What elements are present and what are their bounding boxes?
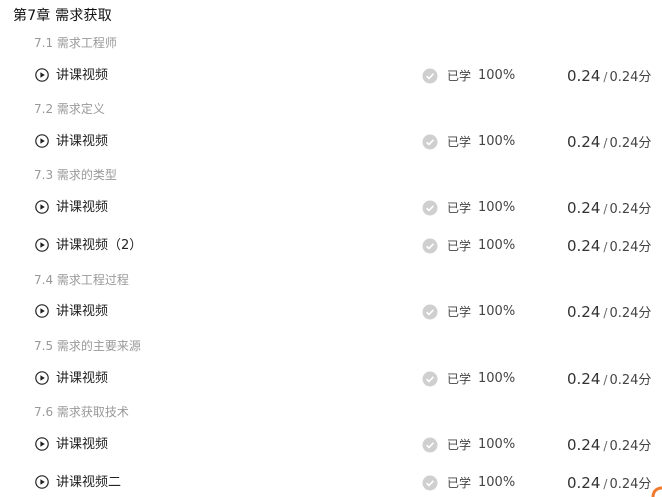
score-total: 0.24分 <box>609 136 652 151</box>
progress-value: 100% <box>478 475 516 490</box>
progress-value: 100% <box>478 134 516 149</box>
check-circle-icon <box>422 475 438 491</box>
check-circle-icon <box>422 238 438 254</box>
item-label: 讲课视频 <box>56 304 109 319</box>
score: 0.24/0.24分 <box>567 130 651 154</box>
score: 0.24/0.24分 <box>567 367 651 391</box>
score-separator: / <box>603 373 608 387</box>
score-earned: 0.24 <box>567 199 601 217</box>
score-earned: 0.24 <box>567 474 601 492</box>
score: 0.24/0.24分 <box>567 433 651 457</box>
score-separator: / <box>603 477 608 491</box>
video-item[interactable]: 讲课视频 已学 100% 0.24/0.24分 <box>0 433 662 457</box>
progress-value: 100% <box>478 238 516 253</box>
status-label: 已学 <box>447 239 472 253</box>
play-circle-icon <box>35 304 49 318</box>
chapter-title: 第7章 需求获取 <box>13 8 112 24</box>
video-item[interactable]: 讲课视频 已学 100% 0.24/0.24分 <box>0 367 662 391</box>
corner-badge-icon[interactable] <box>650 485 662 497</box>
score-separator: / <box>603 202 608 216</box>
play-circle-icon <box>35 371 49 385</box>
video-item[interactable]: 讲课视频（2） 已学 100% 0.24/0.24分 <box>0 234 662 258</box>
status-label: 已学 <box>447 135 472 149</box>
score-earned: 0.24 <box>567 67 601 85</box>
section-title: 7.2 需求定义 <box>34 102 105 116</box>
video-item[interactable]: 讲课视频 已学 100% 0.24/0.24分 <box>0 64 662 88</box>
check-circle-icon <box>422 304 438 320</box>
section-title: 7.3 需求的类型 <box>34 168 117 182</box>
score-earned: 0.24 <box>567 370 601 388</box>
section-title: 7.4 需求工程过程 <box>34 273 129 287</box>
progress-value: 100% <box>478 304 516 319</box>
score-earned: 0.24 <box>567 237 601 255</box>
score-total: 0.24分 <box>609 439 652 454</box>
status-label: 已学 <box>447 438 472 452</box>
score-separator: / <box>603 306 608 320</box>
check-circle-icon <box>422 437 438 453</box>
status-label: 已学 <box>447 69 472 83</box>
score-earned: 0.24 <box>567 436 601 454</box>
status-label: 已学 <box>447 201 472 215</box>
item-label: 讲课视频二 <box>56 475 122 490</box>
status-label: 已学 <box>447 305 472 319</box>
item-label: 讲课视频 <box>56 200 109 215</box>
item-label: 讲课视频 <box>56 437 109 452</box>
score-earned: 0.24 <box>567 133 601 151</box>
play-circle-icon <box>35 68 49 82</box>
play-circle-icon <box>35 134 49 148</box>
item-label: 讲课视频 <box>56 68 109 83</box>
score-total: 0.24分 <box>609 70 652 85</box>
score-total: 0.24分 <box>609 306 652 321</box>
play-circle-icon <box>35 475 49 489</box>
score-total: 0.24分 <box>609 477 652 492</box>
score-total: 0.24分 <box>609 202 652 217</box>
score: 0.24/0.24分 <box>567 196 651 220</box>
play-circle-icon <box>35 200 49 214</box>
item-label: 讲课视频 <box>56 371 109 386</box>
score-separator: / <box>603 439 608 453</box>
section-title: 7.1 需求工程师 <box>34 36 117 50</box>
score-earned: 0.24 <box>567 303 601 321</box>
video-item[interactable]: 讲课视频二 已学 100% 0.24/0.24分 <box>0 471 662 495</box>
section-title: 7.6 需求获取技术 <box>34 405 129 419</box>
status-label: 已学 <box>447 476 472 490</box>
score-separator: / <box>603 136 608 150</box>
check-circle-icon <box>422 134 438 150</box>
video-item[interactable]: 讲课视频 已学 100% 0.24/0.24分 <box>0 300 662 324</box>
status-label: 已学 <box>447 372 472 386</box>
score-separator: / <box>603 70 608 84</box>
progress-value: 100% <box>478 437 516 452</box>
score: 0.24/0.24分 <box>567 64 651 88</box>
check-circle-icon <box>422 371 438 387</box>
score-total: 0.24分 <box>609 240 652 255</box>
item-label: 讲课视频 <box>56 134 109 149</box>
item-label: 讲课视频（2） <box>56 238 143 253</box>
section-title: 7.5 需求的主要来源 <box>34 339 141 353</box>
progress-value: 100% <box>478 371 516 386</box>
score: 0.24/0.24分 <box>567 300 651 324</box>
score-total: 0.24分 <box>609 373 652 388</box>
check-circle-icon <box>422 68 438 84</box>
score: 0.24/0.24分 <box>567 471 651 495</box>
score: 0.24/0.24分 <box>567 234 651 258</box>
check-circle-icon <box>422 200 438 216</box>
score-separator: / <box>603 240 608 254</box>
video-item[interactable]: 讲课视频 已学 100% 0.24/0.24分 <box>0 130 662 154</box>
progress-value: 100% <box>478 200 516 215</box>
play-circle-icon <box>35 238 49 252</box>
progress-value: 100% <box>478 68 516 83</box>
play-circle-icon <box>35 437 49 451</box>
video-item[interactable]: 讲课视频 已学 100% 0.24/0.24分 <box>0 196 662 220</box>
